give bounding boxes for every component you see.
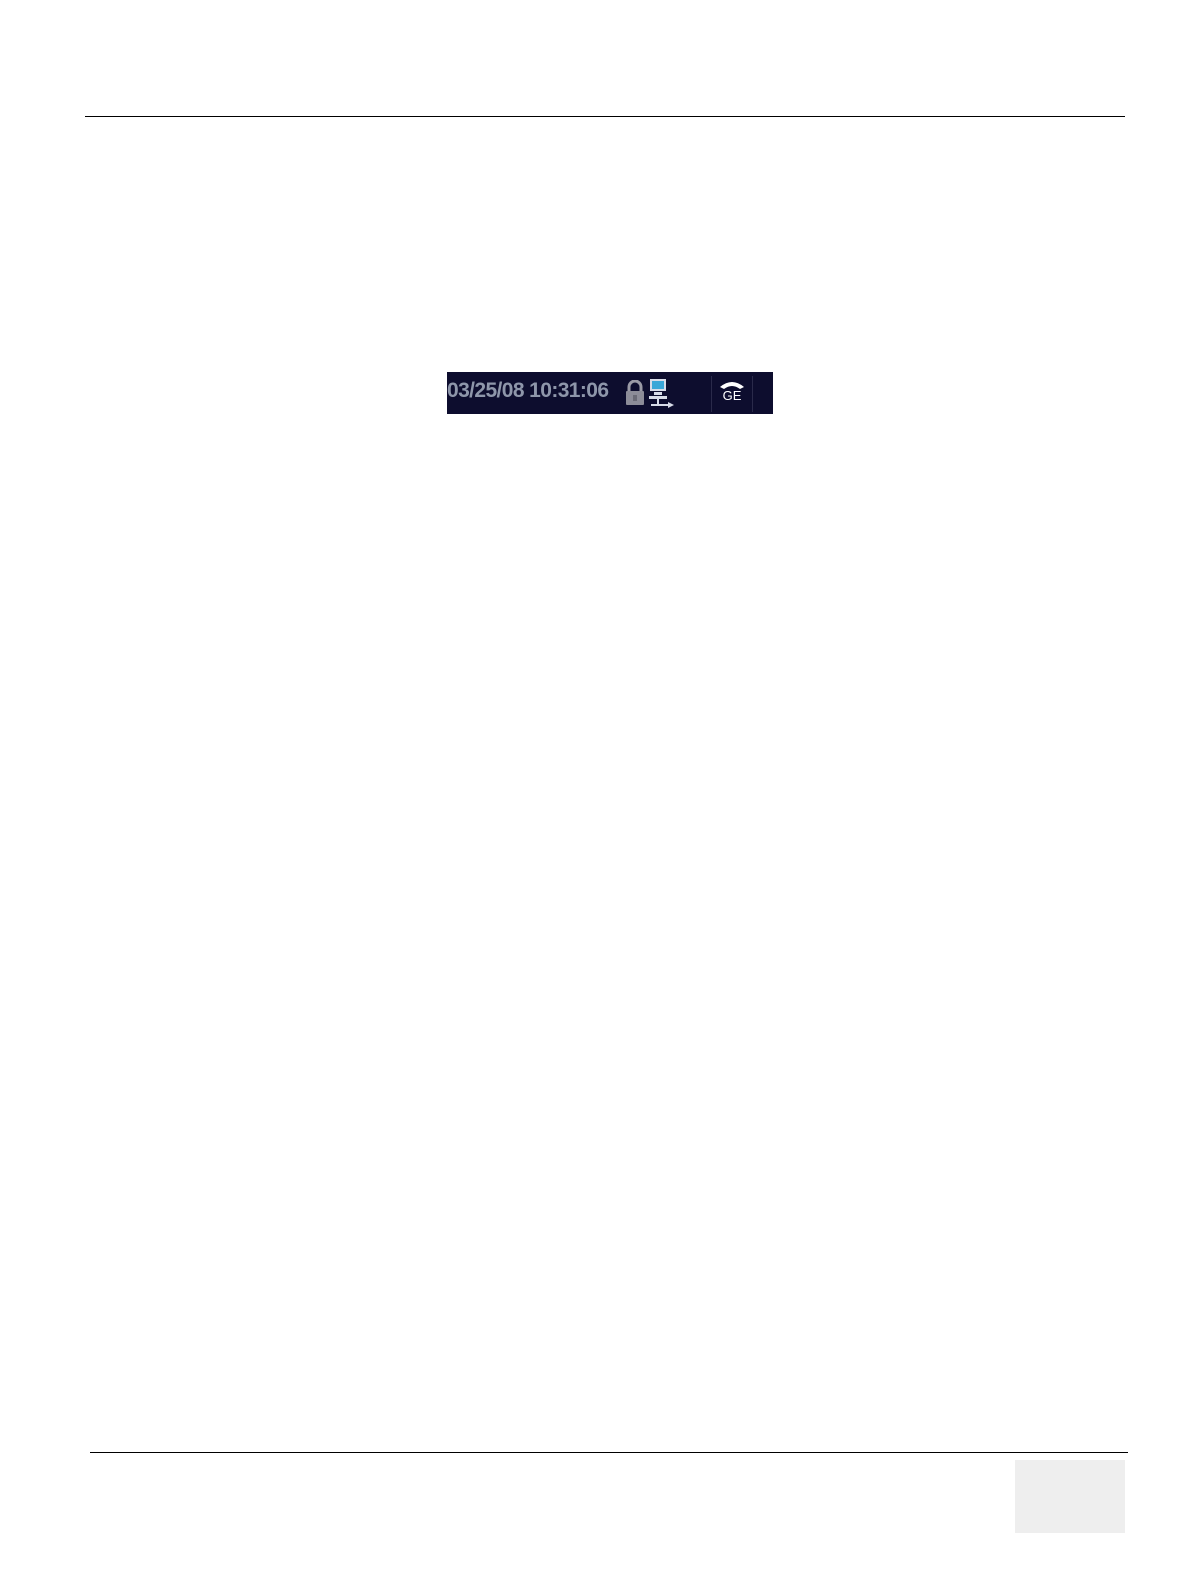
header-rule bbox=[85, 116, 1125, 117]
page-number-box bbox=[1015, 1460, 1125, 1533]
service-phone-icon: GE bbox=[711, 376, 753, 412]
lock-icon bbox=[624, 379, 646, 406]
status-datetime: 03/25/08 10:31:06 bbox=[447, 379, 609, 402]
service-ge-label: GE bbox=[722, 388, 742, 403]
network-icon bbox=[648, 378, 676, 408]
footer-rule bbox=[90, 1452, 1128, 1453]
status-bar-screenshot: 03/25/08 10:31:06 GE bbox=[447, 372, 773, 414]
